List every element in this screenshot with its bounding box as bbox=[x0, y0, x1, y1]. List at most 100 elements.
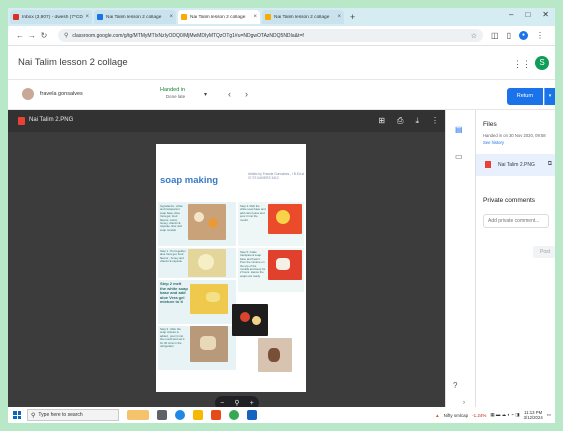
file-viewer: Nai Talim 2.PNG ⊞ ⎙ ⤓ ⋮ soap making Arti… bbox=[8, 110, 445, 407]
soap-photo bbox=[232, 304, 268, 336]
collapse-panel-icon[interactable]: › bbox=[463, 400, 465, 406]
browser-window: Inbox (3,907) - dwesh (7*CD) × Nai Talim… bbox=[8, 8, 555, 407]
url-field[interactable]: ⚲ classroom.google.com/g/tg/MTMyMTIxNzIy… bbox=[58, 29, 483, 42]
side-panel: Files Handed in on 30 Nov 2020, 09:58 Se… bbox=[475, 110, 555, 407]
forward-icon[interactable]: → bbox=[26, 31, 38, 40]
help-icon[interactable]: ? bbox=[453, 381, 457, 390]
reload-icon[interactable]: ↻ bbox=[38, 31, 50, 40]
search-placeholder: Type here to search bbox=[38, 412, 83, 418]
tab-label: Nai Talim lesson 2 collage bbox=[106, 14, 162, 20]
tray-icons[interactable]: ▦ ▬ ☁ ◐ ⌁ ◨ bbox=[490, 412, 519, 418]
tab-classroom-1[interactable]: Nai Talim lesson 2 collage × bbox=[94, 10, 176, 24]
download-icon[interactable]: ⤓ bbox=[415, 116, 419, 126]
close-icon[interactable]: × bbox=[85, 14, 89, 20]
menu-icon[interactable]: ⋮ bbox=[536, 31, 544, 40]
return-dropdown-button[interactable]: ▾ bbox=[544, 88, 555, 105]
sidebar-icon[interactable]: ▯ bbox=[507, 31, 511, 40]
zoom-controls: − ⚲ + bbox=[215, 396, 259, 407]
student-avatar bbox=[22, 88, 34, 100]
classroom-icon bbox=[181, 14, 187, 20]
maximize-button[interactable]: □ bbox=[525, 10, 530, 19]
next-student-button[interactable]: › bbox=[245, 89, 248, 99]
tab-label: Nai Talim lesson 2 collage bbox=[274, 14, 330, 20]
submission-status: Handed in Done late bbox=[160, 87, 185, 99]
close-icon[interactable]: × bbox=[253, 14, 257, 20]
attached-file-name: Nai Talim 2.PNG bbox=[498, 162, 535, 168]
chrome-icon[interactable] bbox=[229, 410, 239, 420]
extensions-icon[interactable]: ◫ bbox=[491, 31, 499, 40]
task-view-icon[interactable] bbox=[157, 410, 167, 420]
windows-start-icon[interactable] bbox=[11, 409, 23, 421]
profile-icon[interactable]: ● bbox=[518, 31, 528, 40]
viewer-file-name: Nai Talim 2.PNG bbox=[29, 117, 74, 123]
close-icon[interactable]: × bbox=[169, 14, 173, 20]
photos-icon[interactable] bbox=[247, 410, 257, 420]
private-comment-input[interactable] bbox=[483, 214, 549, 228]
previous-student-button[interactable]: ‹ bbox=[228, 89, 231, 99]
zoom-out-button[interactable]: − bbox=[220, 400, 224, 407]
taskbar-search-input[interactable]: ⚲ Type here to search bbox=[27, 409, 119, 421]
zoom-search-icon[interactable]: ⚲ bbox=[234, 399, 239, 407]
page-title: Nai Talim lesson 2 collage bbox=[18, 57, 128, 68]
minimize-button[interactable]: – bbox=[509, 10, 513, 19]
student-dropdown-icon[interactable]: ▾ bbox=[204, 91, 207, 98]
student-name: fravela gonsalves bbox=[40, 91, 83, 97]
browser-toolbar-icons: ◫ ▯ ● ⋮ bbox=[491, 31, 544, 40]
market-name: Nifty smlcap bbox=[443, 412, 469, 418]
classroom-icon bbox=[97, 14, 103, 20]
collage-image: soap making Artistic by Fravela Gonsalve… bbox=[156, 144, 306, 392]
step-1-text: Step 1 : Put together aloe Vera gel, foo… bbox=[160, 249, 186, 264]
market-icon: ▲ bbox=[435, 412, 440, 418]
step-5-photo-detail bbox=[276, 258, 290, 270]
file-explorer-icon[interactable] bbox=[193, 410, 203, 420]
attached-file[interactable]: Nai Talim 2.PNG ⧉ bbox=[476, 154, 555, 176]
tab-strip: Inbox (3,907) - dwesh (7*CD) × Nai Talim… bbox=[8, 8, 555, 26]
close-window-button[interactable]: ✕ bbox=[542, 10, 549, 19]
files-panel-icon[interactable]: ▤ bbox=[455, 125, 463, 134]
new-tab-button[interactable]: + bbox=[350, 12, 355, 22]
window-controls: – □ ✕ bbox=[509, 10, 549, 19]
avatar[interactable]: S bbox=[535, 56, 549, 70]
handed-in-timestamp: Handed in on 30 Nov 2020, 09:58 bbox=[483, 133, 546, 138]
back-icon[interactable]: ← bbox=[14, 31, 26, 40]
student-bar: fravela gonsalves Handed in Done late ▾ … bbox=[8, 80, 555, 110]
step-4-photo-detail bbox=[276, 210, 290, 224]
see-history-link[interactable]: See history bbox=[483, 140, 504, 145]
site-info-icon[interactable]: ⚲ bbox=[64, 32, 68, 39]
tab-classroom-2[interactable]: Nai Talim lesson 2 collage × bbox=[178, 10, 260, 24]
step-4-text: Step 4: Melt the white soap base and add… bbox=[240, 204, 266, 222]
status-sub: Done late bbox=[165, 94, 186, 99]
clock[interactable]: 11:13 PM 3/12/2024 bbox=[524, 410, 543, 420]
bookmark-star-icon[interactable]: ☆ bbox=[471, 32, 477, 40]
step-2-text: Step 2 melt the white soap base and add … bbox=[160, 281, 188, 305]
return-button[interactable]: Return bbox=[507, 88, 543, 105]
edge-icon[interactable] bbox=[175, 410, 185, 420]
tab-gmail[interactable]: Inbox (3,907) - dwesh (7*CD) × bbox=[10, 10, 92, 24]
close-icon[interactable]: × bbox=[337, 14, 341, 20]
tab-classroom-3[interactable]: Nai Talim lesson 2 collage × bbox=[262, 10, 344, 24]
search-icon: ⚲ bbox=[31, 412, 36, 419]
system-tray: ▲ Nifty smlcap -1.24% ▦ ▬ ☁ ◐ ⌁ ◨ 11:13 … bbox=[435, 410, 555, 420]
open-in-new-icon[interactable]: ⊞ bbox=[378, 116, 385, 126]
soap-photo-detail bbox=[240, 312, 250, 322]
zoom-in-button[interactable]: + bbox=[250, 400, 254, 407]
more-icon[interactable]: ⋮ bbox=[431, 116, 439, 126]
office-icon[interactable] bbox=[211, 410, 221, 420]
private-comments-heading: Private comments bbox=[483, 197, 536, 204]
post-button[interactable]: Post bbox=[533, 246, 555, 258]
open-external-icon[interactable]: ⧉ bbox=[548, 161, 552, 168]
print-icon[interactable]: ⎙ bbox=[397, 116, 403, 126]
comments-panel-icon[interactable]: ▭ bbox=[455, 152, 463, 161]
viewer-toolbar: Nai Talim 2.PNG ⊞ ⎙ ⤓ ⋮ bbox=[8, 110, 445, 132]
apps-grid-icon[interactable]: ⋮⋮ bbox=[513, 59, 531, 70]
classroom-icon bbox=[265, 14, 271, 20]
url-text: classroom.google.com/g/tg/MTMyMTIxNzIyOD… bbox=[72, 32, 304, 39]
notifications-icon[interactable]: ▭ bbox=[547, 412, 551, 418]
finished-soap-photo-detail bbox=[268, 348, 280, 362]
collage-byline: Artistic by Fravela Gonsalves , I B.Ed s… bbox=[248, 172, 304, 180]
soap-photo-detail bbox=[252, 316, 261, 325]
tab-label: Inbox (3,907) - dwesh (7*CD) bbox=[22, 14, 84, 20]
image-file-icon bbox=[18, 117, 25, 125]
taskbar: ⚲ Type here to search ▲ Nifty smlcap -1.… bbox=[8, 407, 555, 423]
widgets-icon[interactable] bbox=[127, 410, 149, 420]
